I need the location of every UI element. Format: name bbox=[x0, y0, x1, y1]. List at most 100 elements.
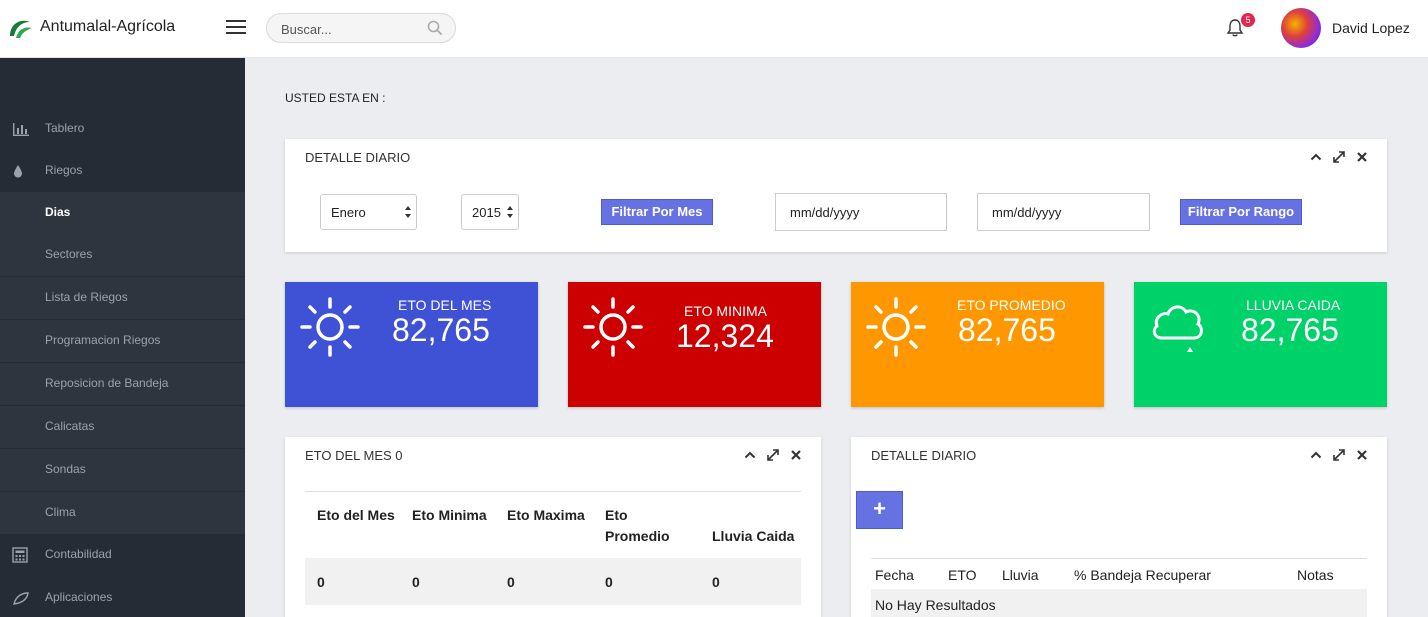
column-header: Fecha bbox=[875, 567, 914, 583]
sun-icon bbox=[866, 297, 926, 357]
filter-by-range-button[interactable]: Filtrar Por Rango bbox=[1180, 199, 1302, 225]
sidebar-item-label: Programacion Riegos bbox=[45, 333, 161, 347]
stat-title: ETO MINIMA bbox=[684, 303, 767, 319]
brand-logo-icon[interactable] bbox=[6, 14, 34, 42]
table-row: No Hay Resultados bbox=[871, 589, 1367, 617]
sidebar-item-label: Riegos bbox=[45, 163, 83, 177]
add-button[interactable]: + bbox=[856, 491, 903, 529]
user-name[interactable]: David Lopez bbox=[1332, 20, 1410, 36]
table-row: 0 0 0 0 0 bbox=[305, 558, 801, 605]
column-header: ETO bbox=[948, 567, 977, 583]
stat-title: ETO DEL MES bbox=[398, 297, 492, 313]
sidebar-item-label: Lista de Riegos bbox=[45, 290, 128, 304]
top-header: Antumalal-Agrícola 5 David Lopez bbox=[0, 0, 1428, 58]
divider bbox=[871, 558, 1367, 559]
collapse-icon[interactable] bbox=[744, 449, 756, 461]
column-header: Notas bbox=[1297, 567, 1334, 583]
menu-toggle-icon[interactable] bbox=[226, 20, 246, 36]
column-header: Eto del Mes bbox=[317, 507, 395, 523]
stat-value: 82,765 bbox=[958, 312, 1056, 348]
notification-badge[interactable]: 5 bbox=[1241, 13, 1255, 27]
sidebar: Tablero Riegos Dias Sectores Lista de Ri… bbox=[0, 58, 245, 617]
sidebar-item-dias[interactable]: Dias bbox=[0, 192, 245, 234]
sidebar-item-sectores[interactable]: Sectores bbox=[0, 234, 245, 276]
sidebar-item-label: Calicatas bbox=[45, 419, 95, 433]
search-box[interactable] bbox=[266, 13, 456, 43]
close-icon[interactable] bbox=[790, 449, 802, 461]
sidebar-item-sondas[interactable]: Sondas bbox=[0, 449, 245, 491]
table-cell: 0 bbox=[507, 574, 515, 590]
leaf-icon bbox=[13, 592, 29, 605]
droplet-icon bbox=[14, 165, 22, 178]
stat-value: 82,765 bbox=[392, 312, 490, 348]
sidebar-item-reposicion-bandeja[interactable]: Reposicion de Bandeja bbox=[0, 363, 245, 405]
date-from-input[interactable]: mm/dd/yyyy bbox=[775, 193, 947, 231]
year-select[interactable]: 2015 bbox=[461, 194, 519, 230]
close-icon[interactable] bbox=[1356, 151, 1368, 163]
sidebar-item-label: Sectores bbox=[45, 247, 93, 261]
sidebar-item-lista-riegos[interactable]: Lista de Riegos bbox=[0, 277, 245, 319]
sidebar-item-tablero[interactable]: Tablero bbox=[0, 108, 245, 150]
sidebar-item-label: Dias bbox=[45, 205, 71, 219]
sidebar-item-calicatas[interactable]: Calicatas bbox=[0, 406, 245, 448]
stat-value: 12,324 bbox=[676, 318, 774, 354]
sidebar-item-label: Contabilidad bbox=[45, 547, 112, 561]
stat-card-lluvia-caida: LLUVIA CAIDA 82,765 bbox=[1134, 282, 1387, 407]
sidebar-item-label: Sondas bbox=[45, 462, 86, 476]
column-header: Eto Promedio bbox=[605, 507, 670, 544]
column-header: Eto Maxima bbox=[507, 507, 585, 523]
search-input[interactable] bbox=[281, 20, 421, 38]
empty-message: No Hay Resultados bbox=[875, 597, 996, 613]
sidebar-item-label: Clima bbox=[45, 505, 76, 519]
column-header: Eto Minima bbox=[412, 507, 487, 523]
cloud-rain-icon bbox=[1152, 305, 1203, 352]
calculator-icon bbox=[12, 547, 28, 563]
expand-icon[interactable] bbox=[1333, 151, 1345, 163]
sidebar-item-clima[interactable]: Clima bbox=[0, 492, 245, 534]
month-select[interactable]: Enero bbox=[320, 194, 417, 230]
expand-icon[interactable] bbox=[1333, 449, 1345, 461]
stat-title: LLUVIA CAIDA bbox=[1246, 297, 1341, 313]
brand-name[interactable]: Antumalal-Agrícola bbox=[40, 18, 175, 36]
sidebar-item-aplicaciones[interactable]: Aplicaciones bbox=[0, 577, 245, 617]
daily-detail-panel: DETALLE DIARIO + Fecha ETO Lluvia % Band… bbox=[851, 437, 1387, 617]
divider bbox=[305, 491, 801, 492]
sidebar-item-riegos[interactable]: Riegos bbox=[0, 150, 245, 192]
filter-by-month-button[interactable]: Filtrar Por Mes bbox=[601, 199, 713, 225]
sidebar-item-label: Tablero bbox=[45, 121, 85, 135]
stat-card-eto-promedio: ETO PROMEDIO 82,765 bbox=[851, 282, 1104, 407]
avatar[interactable] bbox=[1281, 8, 1321, 48]
column-header: % Bandeja Recuperar bbox=[1074, 567, 1211, 583]
sun-icon bbox=[583, 297, 643, 357]
bar-chart-icon bbox=[13, 123, 29, 136]
filter-panel: DETALLE DIARIO Enero 2015 Filtrar Por Me… bbox=[285, 139, 1387, 252]
collapse-icon[interactable] bbox=[1310, 151, 1322, 163]
breadcrumb: USTED ESTA EN : bbox=[285, 91, 386, 105]
stat-title: ETO PROMEDIO bbox=[957, 297, 1066, 313]
expand-icon[interactable] bbox=[767, 449, 779, 461]
panel-title: DETALLE DIARIO bbox=[871, 448, 977, 463]
sidebar-item-programacion-riegos[interactable]: Programacion Riegos bbox=[0, 320, 245, 362]
sidebar-item-label: Reposicion de Bandeja bbox=[45, 376, 169, 390]
table-cell: 0 bbox=[712, 574, 720, 590]
select-arrows-icon bbox=[405, 206, 411, 218]
panel-controls bbox=[744, 449, 814, 463]
column-header: Lluvia bbox=[1002, 567, 1039, 583]
select-arrows-icon bbox=[507, 206, 513, 218]
table-cell: 0 bbox=[317, 574, 325, 590]
sun-icon bbox=[300, 297, 360, 357]
date-to-input[interactable]: mm/dd/yyyy bbox=[977, 193, 1150, 231]
close-icon[interactable] bbox=[1356, 449, 1368, 461]
column-header: Lluvia Caida bbox=[712, 528, 795, 544]
search-icon[interactable] bbox=[427, 20, 443, 36]
panel-title: ETO DEL MES 0 bbox=[305, 448, 403, 463]
table-cell: 0 bbox=[412, 574, 420, 590]
collapse-icon[interactable] bbox=[1310, 449, 1322, 461]
table-cell: 0 bbox=[605, 574, 613, 590]
sidebar-item-label: Aplicaciones bbox=[45, 590, 113, 604]
sidebar-item-contabilidad[interactable]: Contabilidad bbox=[0, 534, 245, 576]
panel-title: DETALLE DIARIO bbox=[305, 150, 411, 165]
panel-controls bbox=[1310, 151, 1380, 165]
stat-card-eto-mes: ETO DEL MES 82,765 bbox=[285, 282, 538, 407]
eto-month-panel: ETO DEL MES 0 Eto del Mes Eto Minima Eto… bbox=[285, 437, 821, 617]
